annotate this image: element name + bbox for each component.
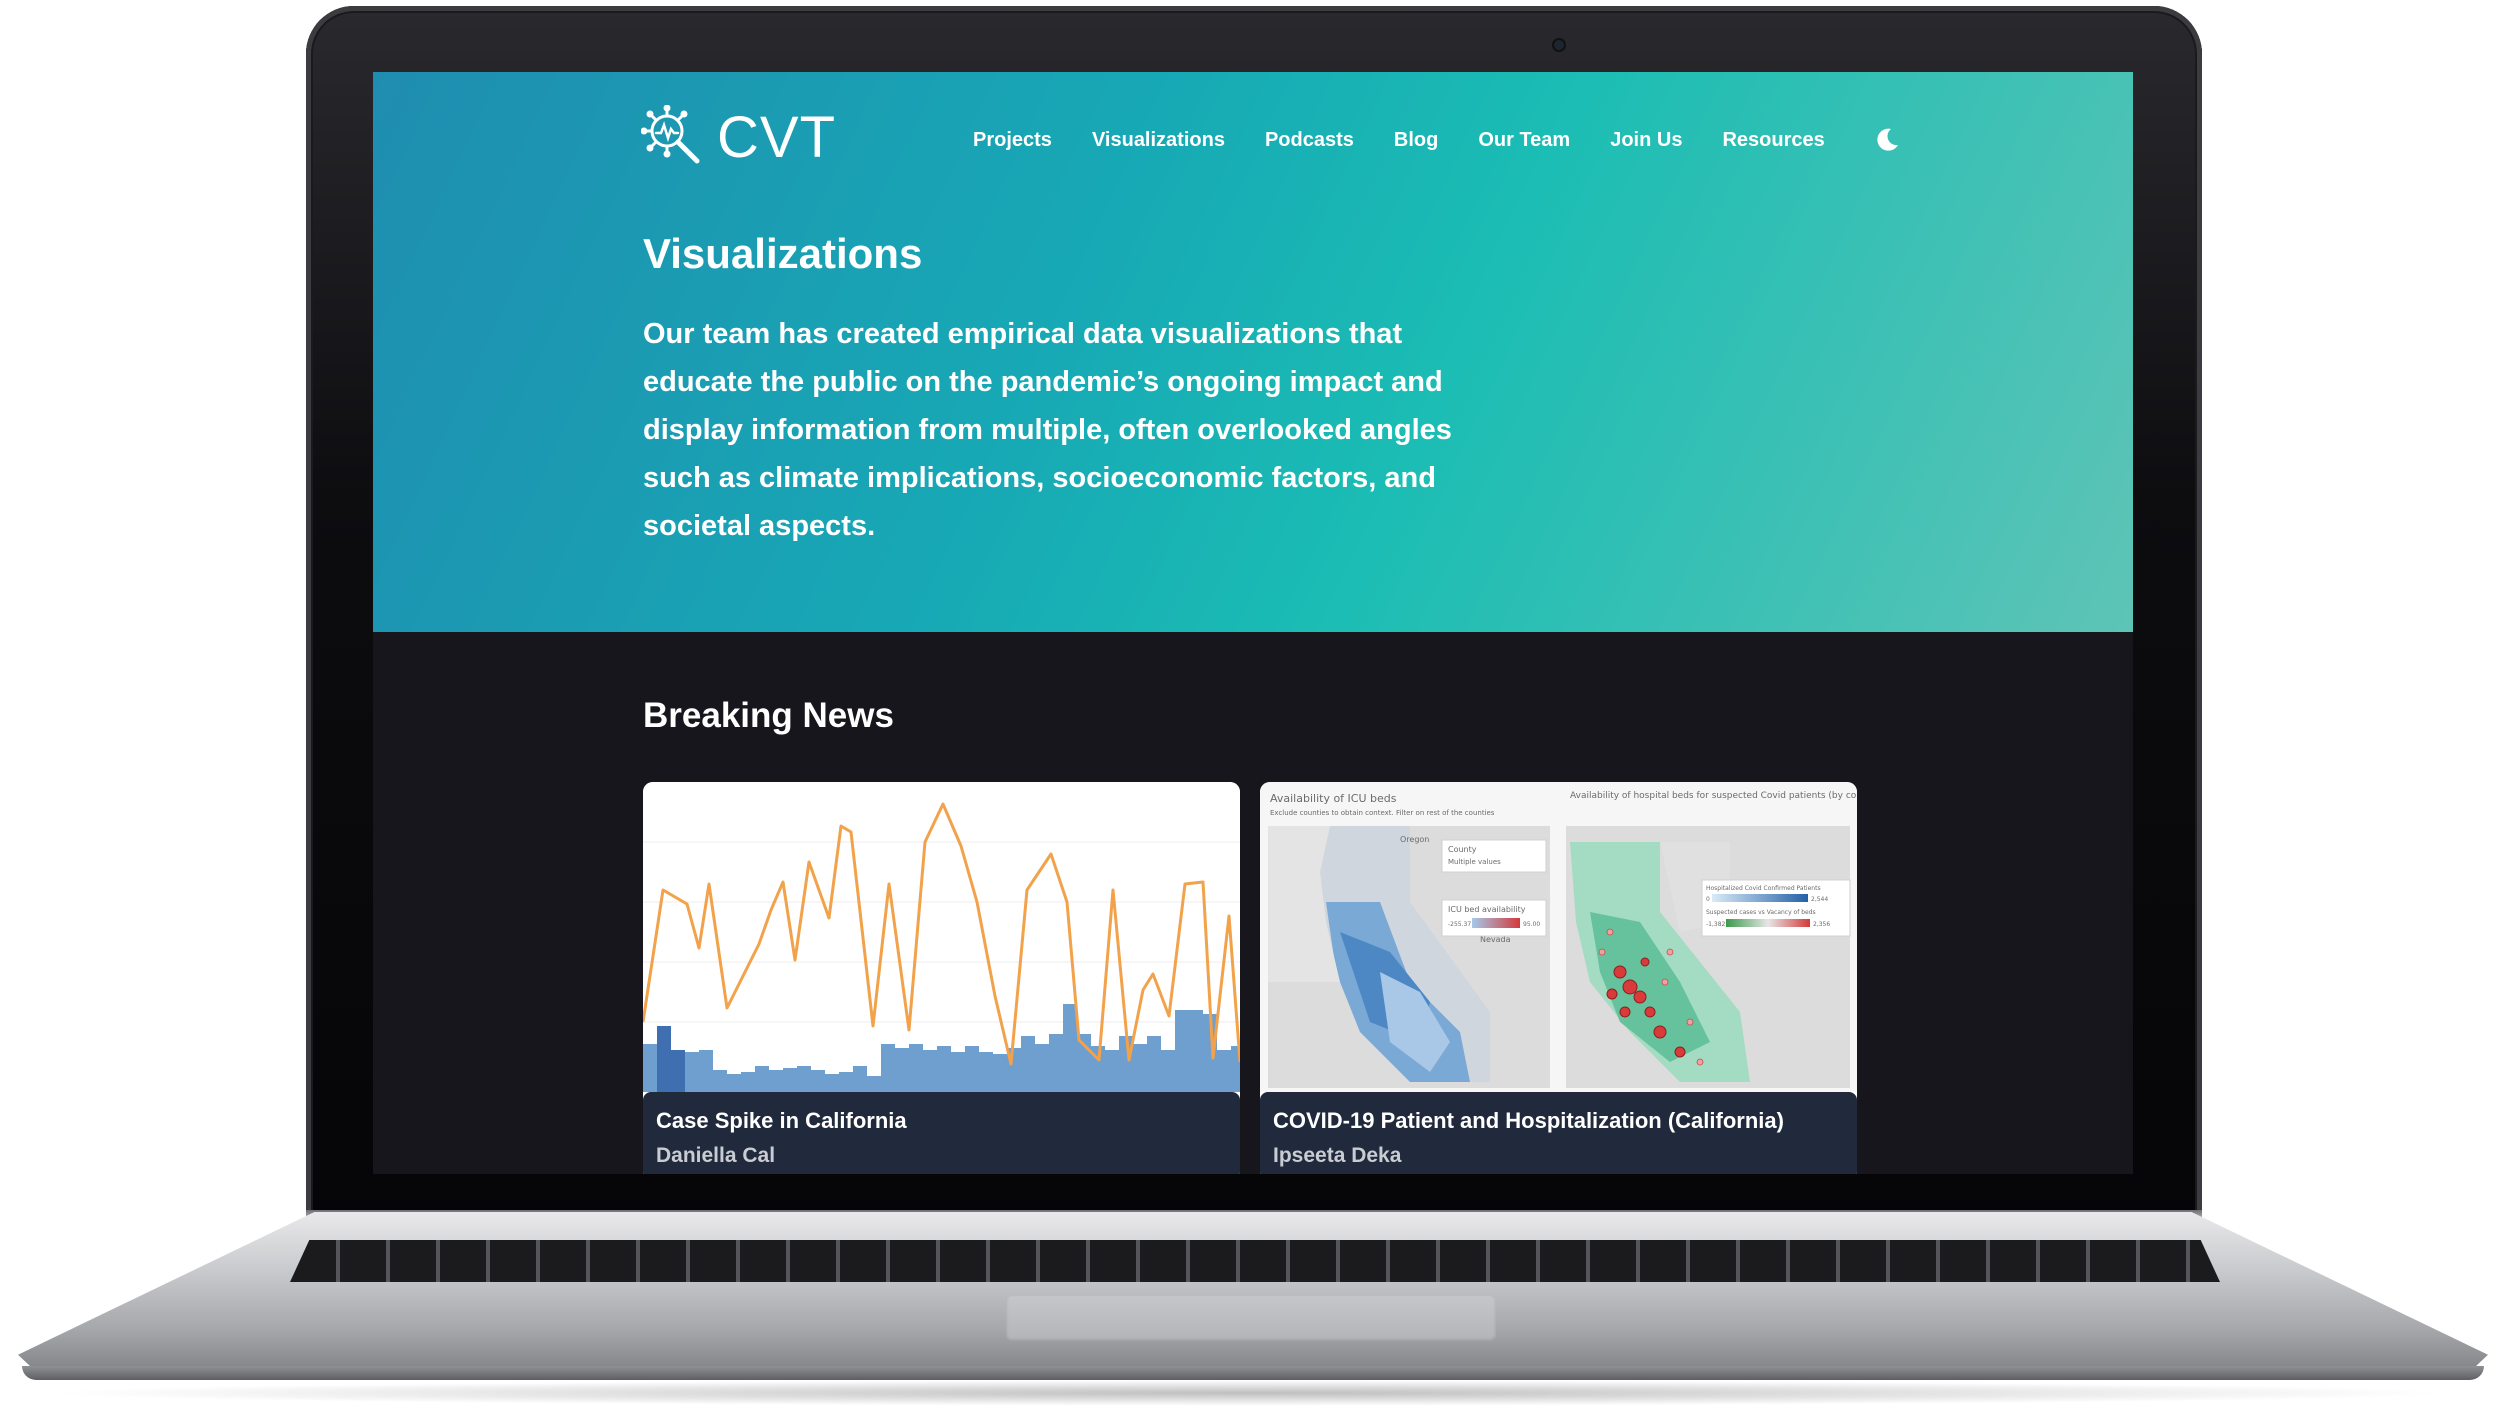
legend-county-label: County [1448, 845, 1477, 854]
legend-hosp-min: 0 [1706, 896, 1710, 903]
webcam [1554, 40, 1564, 50]
legend-icu-label: ICU bed availability [1448, 905, 1526, 914]
card-thumbnail-chart [643, 782, 1240, 1092]
card-title[interactable]: Case Spike in California [656, 1108, 907, 1134]
news-card-covid-hospitalization[interactable]: Availability of ICU beds Exclude countie… [1260, 782, 1857, 1174]
nav-our-team[interactable]: Our Team [1478, 129, 1570, 152]
laptop-keyboard [290, 1240, 2220, 1282]
map-left-note: Exclude counties to obtain context. Filt… [1270, 809, 1495, 817]
news-card-case-spike[interactable]: Case Spike in California Daniella Cal [643, 782, 1240, 1174]
nav-join-us[interactable]: Join Us [1610, 129, 1682, 152]
laptop-shadow [40, 1380, 2460, 1406]
nav-visualizations[interactable]: Visualizations [1092, 129, 1225, 152]
nav-blog[interactable]: Blog [1394, 129, 1438, 152]
laptop-base-edge [22, 1366, 2484, 1380]
card-caption: COVID-19 Patient and Hospitalization (Ca… [1260, 1092, 1857, 1174]
card-caption: Case Spike in California Daniella Cal [643, 1092, 1240, 1174]
nav-podcasts[interactable]: Podcasts [1265, 129, 1354, 152]
map-label-oregon: Oregon [1400, 835, 1429, 844]
card-author: Daniella Cal [656, 1144, 776, 1167]
legend-susp-max: 2,356 [1813, 921, 1830, 928]
card-title[interactable]: COVID-19 Patient and Hospitalization (Ca… [1273, 1108, 1784, 1134]
legend-icu-max: 95.00 [1523, 921, 1540, 928]
site-logo[interactable]: CVT [641, 102, 836, 172]
logo-text: CVT [717, 104, 836, 170]
card-author: Ipseeta Deka [1273, 1144, 1402, 1167]
nav-resources[interactable]: Resources [1722, 129, 1824, 152]
page-title: Visualizations [643, 230, 923, 277]
virus-magnifier-icon [641, 105, 700, 164]
nav-projects[interactable]: Projects [973, 129, 1052, 152]
legend-susp-min: -1,382 [1706, 921, 1726, 928]
card-thumbnail-maps: Availability of ICU beds Exclude countie… [1260, 782, 1857, 1092]
page-intro: Our team has created empirical data visu… [643, 318, 1452, 542]
map-right-title: Availability of hospital beds for suspec… [1570, 791, 1857, 801]
legend-susp-label: Suspected cases vs Vacancy of beds [1706, 909, 1816, 916]
section-title-breaking-news: Breaking News [643, 696, 894, 735]
map-left-title: Availability of ICU beds [1270, 792, 1397, 805]
legend-icu-min: -255.37 [1448, 921, 1471, 928]
laptop-trackpad [1006, 1296, 1496, 1342]
browser-screen: CVT Projects Visualizations Podcasts Blo… [373, 72, 2133, 1174]
legend-hosp-max: 2,544 [1811, 896, 1828, 903]
main-nav: Projects Visualizations Podcasts Blog Ou… [973, 120, 1901, 160]
laptop-base [18, 1212, 2488, 1378]
hero-banner: CVT Projects Visualizations Podcasts Blo… [373, 72, 2133, 632]
legend-county-value: Multiple values [1448, 858, 1501, 866]
moon-icon[interactable] [1873, 126, 1901, 154]
legend-hosp-label: Hospitalized Covid Confirmed Patients [1706, 885, 1821, 892]
